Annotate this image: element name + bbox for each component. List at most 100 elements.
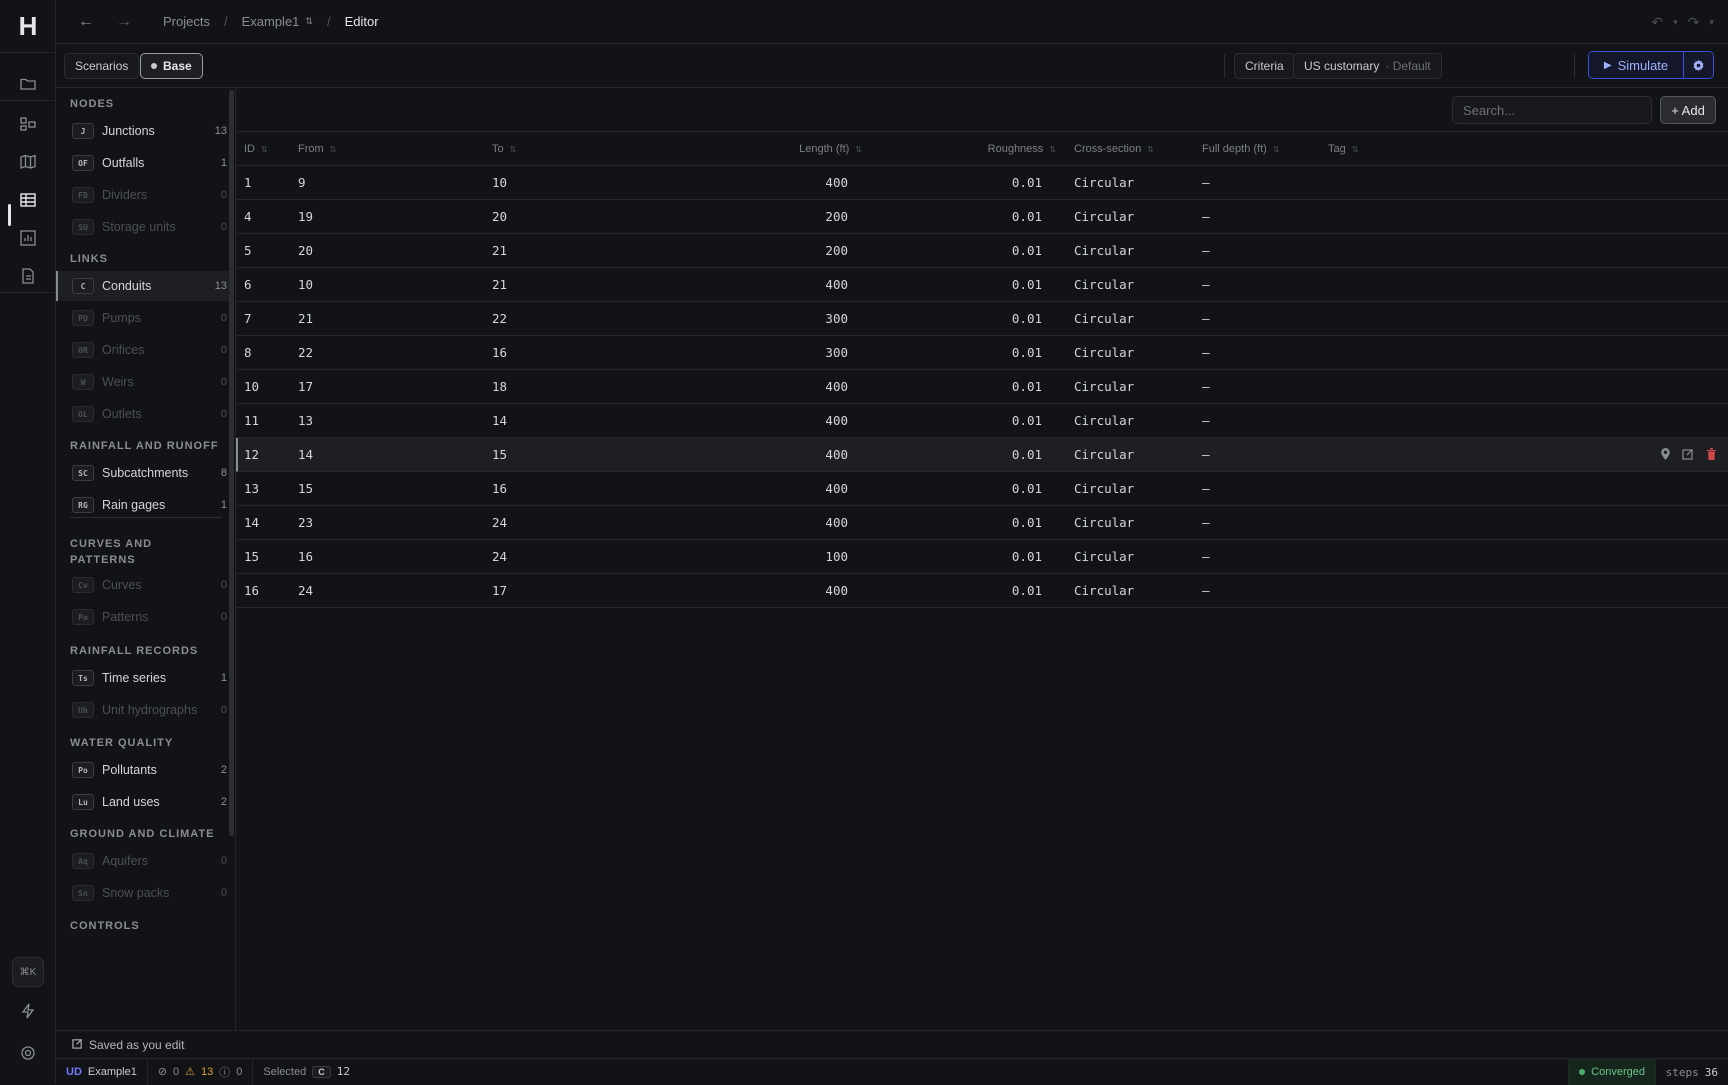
- column-header-id[interactable]: ID ⇅: [244, 132, 284, 166]
- cell-full-depth: —: [1202, 549, 1210, 564]
- table-row[interactable]: 12 14 15 400 0.01 Circular —: [236, 438, 1728, 472]
- column-header-cross-section[interactable]: Cross-section ⇅: [1074, 132, 1194, 166]
- sidebar-item-junctions[interactable]: J Junctions 13: [56, 116, 231, 146]
- undo-icon[interactable]: ↶: [1651, 14, 1663, 31]
- chart-icon[interactable]: [16, 226, 40, 250]
- gear-icon[interactable]: [16, 1041, 40, 1065]
- app-logo[interactable]: H: [14, 12, 42, 40]
- sidebar-scrollbar[interactable]: [229, 90, 234, 836]
- sort-icon[interactable]: ⇅: [261, 145, 268, 154]
- add-button[interactable]: + Add: [1660, 96, 1716, 124]
- table-icon[interactable]: [16, 188, 40, 212]
- table-row[interactable]: 1 9 10 400 0.01 Circular —: [236, 166, 1728, 200]
- search-input[interactable]: [1452, 96, 1652, 124]
- back-arrow-icon[interactable]: ←: [76, 12, 96, 32]
- sort-icon[interactable]: ⇅: [1273, 145, 1280, 154]
- units-selector[interactable]: US customary · Default: [1293, 53, 1442, 79]
- command-palette-button[interactable]: ⌘K: [12, 957, 44, 987]
- conduits-table-panel: + Add ID⇅ From⇅ To⇅ Length (ft)⇅ Roughness⇅ C…: [236, 88, 1728, 1030]
- cell-from: 23: [298, 515, 314, 530]
- sort-icon[interactable]: ⇅: [855, 145, 862, 154]
- diagram-icon[interactable]: [16, 112, 40, 136]
- breadcrumb-projects[interactable]: Projects: [163, 14, 210, 29]
- sidebar-item-conduits[interactable]: C Conduits 13: [56, 271, 231, 301]
- column-header-tag[interactable]: Tag ⇅: [1328, 132, 1448, 166]
- sidebar-item-dividers[interactable]: FD Dividers 0: [56, 180, 231, 210]
- project-indicator[interactable]: UD Example1: [56, 1058, 148, 1085]
- sidebar-item-weirs[interactable]: W Weirs 0: [56, 367, 231, 397]
- cell-cross-section: Circular: [1074, 447, 1135, 462]
- forward-arrow-icon[interactable]: →: [114, 12, 134, 32]
- simulate-button[interactable]: ▶ Simulate: [1589, 52, 1683, 78]
- table-row[interactable]: 10 17 18 400 0.01 Circular —: [236, 370, 1728, 404]
- edit-icon[interactable]: [1681, 447, 1695, 461]
- sidebar-item-count: 13: [214, 125, 227, 137]
- breadcrumb-project[interactable]: Example1: [242, 14, 300, 29]
- document-icon[interactable]: [16, 264, 40, 288]
- sort-icon[interactable]: ⇅: [1147, 145, 1154, 154]
- sidebar-item-subcatchments[interactable]: SC Subcatchments 8: [56, 458, 231, 488]
- table-row[interactable]: 16 24 17 400 0.01 Circular —: [236, 574, 1728, 608]
- sidebar-item-pollutants[interactable]: Po Pollutants 2: [56, 755, 231, 785]
- sidebar-item-outlets[interactable]: OL Outlets 0: [56, 399, 231, 429]
- column-header-full-depth[interactable]: Full depth (ft) ⇅: [1202, 132, 1322, 166]
- redo-icon[interactable]: ↷: [1688, 14, 1700, 31]
- cell-from: 19: [298, 209, 314, 224]
- cell-full-depth: —: [1202, 209, 1210, 224]
- cell-roughness: 0.01: [1011, 583, 1042, 598]
- sidebar-item-time-series[interactable]: Ts Time series 1: [56, 663, 231, 693]
- cell-to: 16: [492, 345, 508, 360]
- column-header-to[interactable]: To ⇅: [492, 132, 612, 166]
- sidebar-item-curves[interactable]: Cv Curves 0: [56, 570, 231, 600]
- simulation-status[interactable]: Converged: [1568, 1059, 1656, 1085]
- sidebar-item-pumps[interactable]: PU Pumps 0: [56, 303, 231, 333]
- map-icon[interactable]: [16, 150, 40, 174]
- cell-roughness: 0.01: [1011, 379, 1042, 394]
- folder-icon[interactable]: [16, 72, 40, 96]
- base-scenario-chip[interactable]: Base: [140, 53, 203, 79]
- table-row[interactable]: 5 20 21 200 0.01 Circular —: [236, 234, 1728, 268]
- sort-icon[interactable]: ⇅: [1049, 145, 1056, 154]
- table-row[interactable]: 6 10 21 400 0.01 Circular —: [236, 268, 1728, 302]
- locate-pin-icon[interactable]: [1658, 447, 1672, 461]
- column-header-roughness[interactable]: Roughness ⇅: [936, 132, 1056, 166]
- table-row[interactable]: 13 15 16 400 0.01 Circular —: [236, 472, 1728, 506]
- column-header-length[interactable]: Length (ft) ⇅: [706, 132, 862, 166]
- table-row[interactable]: 8 22 16 300 0.01 Circular —: [236, 336, 1728, 370]
- sidebar-item-patterns[interactable]: Pa Patterns 0: [56, 602, 231, 632]
- criteria-button[interactable]: Criteria: [1234, 53, 1295, 79]
- column-header-from[interactable]: From ⇅: [298, 132, 418, 166]
- chevron-down-icon[interactable]: ▾: [1673, 14, 1678, 31]
- cell-cross-section: Circular: [1074, 583, 1135, 598]
- cell-roughness: 0.01: [1011, 549, 1042, 564]
- table-row[interactable]: 11 13 14 400 0.01 Circular —: [236, 404, 1728, 438]
- sort-icon[interactable]: ⇅: [1352, 145, 1359, 154]
- table-row[interactable]: 4 19 20 200 0.01 Circular —: [236, 200, 1728, 234]
- cell-roughness: 0.01: [1011, 243, 1042, 258]
- simulation-settings-icon[interactable]: [1683, 52, 1713, 78]
- chevron-updown-icon[interactable]: ⇅: [305, 16, 313, 27]
- object-type-badge: Pa: [72, 609, 94, 625]
- sidebar-item-rain-gages[interactable]: RG Rain gages 1: [56, 490, 231, 520]
- sidebar-section-title: CONTROLS: [70, 920, 140, 932]
- sidebar-item-outfalls[interactable]: OF Outfalls 1: [56, 148, 231, 178]
- table-row[interactable]: 7 21 22 300 0.01 Circular —: [236, 302, 1728, 336]
- sort-icon[interactable]: ⇅: [330, 145, 337, 154]
- delete-trash-icon[interactable]: [1704, 447, 1718, 461]
- sidebar-item-unit-hydrographs[interactable]: Uh Unit hydrographs 0: [56, 695, 231, 725]
- sort-icon[interactable]: ⇅: [510, 145, 517, 154]
- sidebar-item-aquifers[interactable]: Aq Aquifers 0: [56, 846, 231, 876]
- diagnostics-summary[interactable]: ⊘ 0 ⚠ 13 ⓘ 0: [148, 1058, 254, 1085]
- cell-id: 6: [244, 277, 252, 292]
- sidebar-item-snow-packs[interactable]: Sn Snow packs 0: [56, 878, 231, 908]
- rail-divider: [0, 52, 56, 53]
- lightning-icon[interactable]: [16, 999, 40, 1023]
- scenarios-button[interactable]: Scenarios: [64, 53, 140, 79]
- table-row[interactable]: 15 16 24 100 0.01 Circular —: [236, 540, 1728, 574]
- chevron-down-icon[interactable]: ▾: [1709, 14, 1714, 31]
- sidebar-item-land-uses[interactable]: Lu Land uses 2: [56, 787, 231, 817]
- sidebar-item-orifices[interactable]: OR Orifices 0: [56, 335, 231, 365]
- cell-roughness: 0.01: [1011, 311, 1042, 326]
- table-row[interactable]: 14 23 24 400 0.01 Circular —: [236, 506, 1728, 540]
- sidebar-item-storage-units[interactable]: SU Storage units 0: [56, 212, 231, 242]
